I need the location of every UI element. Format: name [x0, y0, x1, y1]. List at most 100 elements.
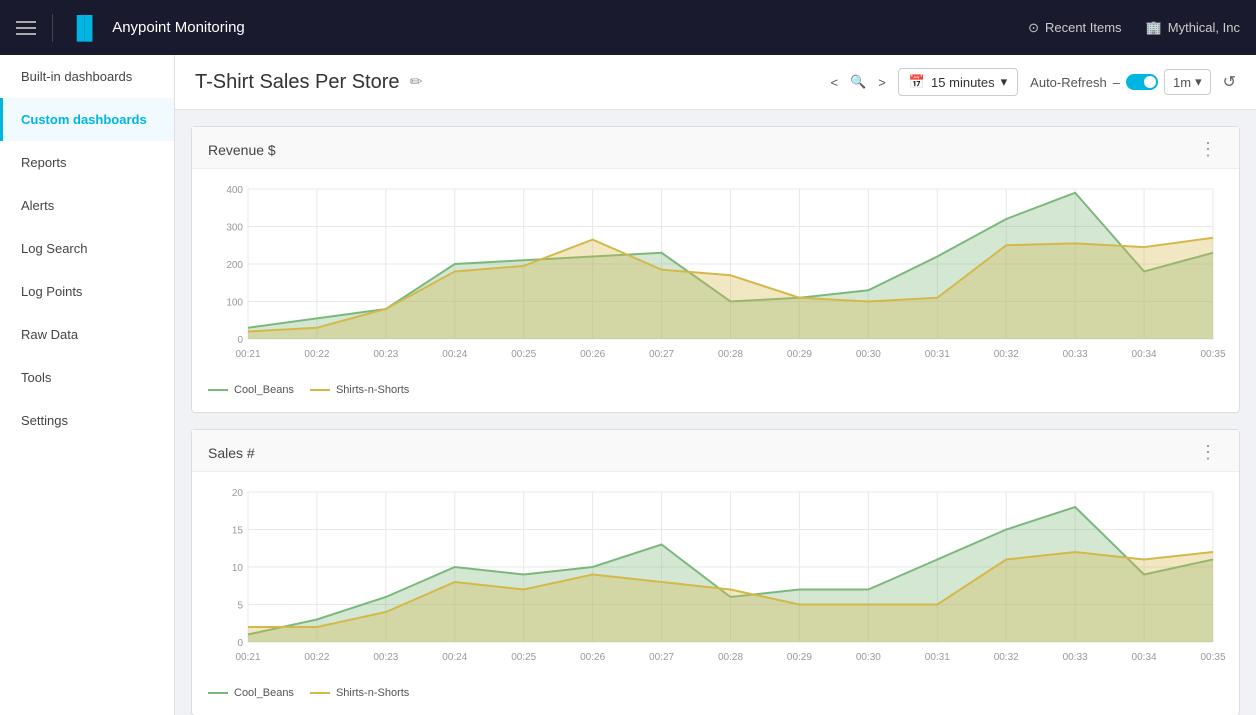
svg-text:200: 200: [226, 260, 243, 271]
svg-text:00:31: 00:31: [925, 652, 950, 663]
charts-area: Revenue $ ⋮ 400300200100000:2100:2200:23…: [175, 110, 1256, 715]
svg-text:00:34: 00:34: [1132, 349, 1157, 360]
logo-icon: ▐▌: [69, 15, 100, 41]
layout: Built-in dashboards Custom dashboards Re…: [0, 55, 1256, 715]
legend-cool-beans-line: [208, 389, 228, 391]
sidebar-item-log-search[interactable]: Log Search: [0, 227, 174, 270]
interval-chevron-down-icon: ▾: [1195, 74, 1202, 90]
svg-text:00:21: 00:21: [235, 349, 260, 360]
svg-text:00:27: 00:27: [649, 349, 674, 360]
svg-text:00:23: 00:23: [373, 349, 398, 360]
auto-refresh-label: Auto-Refresh: [1030, 75, 1107, 90]
recent-items-icon: ⊙: [1028, 20, 1039, 36]
legend-cool-beans-label: Cool_Beans: [234, 384, 294, 396]
time-range-label: 15 minutes: [931, 75, 995, 90]
svg-text:00:23: 00:23: [373, 652, 398, 663]
dashboard-title: T-Shirt Sales Per Store: [195, 71, 400, 94]
legend-cool-beans-sales: Cool_Beans: [208, 687, 294, 699]
revenue-chart-svg: 400 300 200 100 0 00:21 00:22 00:23 00:24 00:25 00…: [208, 179, 1223, 369]
svg-text:100: 100: [226, 298, 243, 309]
legend-cool-beans-revenue: Cool_Beans: [208, 384, 294, 396]
svg-text:00:35: 00:35: [1200, 652, 1225, 663]
svg-text:00:29: 00:29: [787, 652, 812, 663]
svg-text:00:22: 00:22: [304, 652, 329, 663]
refresh-interval-selector[interactable]: 1m ▾: [1164, 69, 1211, 95]
sidebar-item-raw-data[interactable]: Raw Data: [0, 313, 174, 356]
svg-text:00:35: 00:35: [1200, 349, 1225, 360]
recent-items-button[interactable]: ⊙ Recent Items: [1028, 20, 1122, 36]
sales-chart-title: Sales #: [208, 445, 255, 461]
org-icon: 🏢: [1146, 20, 1162, 36]
svg-text:00:28: 00:28: [718, 349, 743, 360]
auto-refresh-section: Auto-Refresh – 1m ▾: [1030, 69, 1210, 95]
svg-text:20: 20: [232, 488, 244, 499]
app-title: Anypoint Monitoring: [112, 19, 245, 36]
legend-cool-beans-sales-line: [208, 692, 228, 694]
org-selector[interactable]: 🏢 Mythical, Inc: [1146, 20, 1240, 36]
dashboard-header: T-Shirt Sales Per Store ✏ < 🔍 > 📅 15 min…: [175, 55, 1256, 110]
revenue-chart-body: 400 300 200 100 0 00:21 00:22 00:23 00:24 00:25 00…: [192, 169, 1239, 412]
toggle-knob: [1144, 76, 1156, 88]
svg-text:00:30: 00:30: [856, 652, 881, 663]
svg-text:00:25: 00:25: [511, 349, 536, 360]
auto-refresh-toggle[interactable]: [1126, 74, 1158, 90]
svg-text:00:28: 00:28: [718, 652, 743, 663]
revenue-chart-legend: Cool_Beans Shirts-n-Shorts: [208, 384, 1223, 396]
svg-text:00:26: 00:26: [580, 652, 605, 663]
svg-text:0: 0: [237, 638, 243, 649]
svg-text:300: 300: [226, 223, 243, 234]
time-range-selector[interactable]: 📅 15 minutes ▾: [898, 68, 1018, 96]
topnav: ▐▌ Anypoint Monitoring ⊙ Recent Items 🏢 …: [0, 0, 1256, 55]
sidebar-item-built-in-dashboards[interactable]: Built-in dashboards: [0, 55, 174, 98]
zoom-back-button[interactable]: <: [830, 75, 838, 90]
dashboard-title-section: T-Shirt Sales Per Store ✏: [195, 71, 423, 94]
sales-chart-card: Sales # ⋮ 2015105000:2100:2200:2300:2400…: [191, 429, 1240, 715]
sidebar-item-alerts[interactable]: Alerts: [0, 184, 174, 227]
svg-text:00:29: 00:29: [787, 349, 812, 360]
svg-text:15: 15: [232, 526, 244, 537]
svg-text:00:24: 00:24: [442, 349, 467, 360]
legend-shirts-line: [310, 389, 330, 391]
hamburger-menu[interactable]: [16, 21, 36, 35]
chevron-down-icon: ▾: [1001, 74, 1008, 90]
sidebar-item-log-points[interactable]: Log Points: [0, 270, 174, 313]
sales-chart-body: 2015105000:2100:2200:2300:2400:2500:2600…: [192, 472, 1239, 715]
refresh-interval-label: 1m: [1173, 75, 1191, 90]
revenue-chart-title: Revenue $: [208, 142, 276, 158]
svg-text:00:31: 00:31: [925, 349, 950, 360]
svg-text:00:21: 00:21: [235, 652, 260, 663]
sidebar-item-custom-dashboards[interactable]: Custom dashboards: [0, 98, 174, 141]
main-content: T-Shirt Sales Per Store ✏ < 🔍 > 📅 15 min…: [175, 55, 1256, 715]
svg-text:10: 10: [232, 563, 244, 574]
svg-text:400: 400: [226, 185, 243, 196]
svg-text:00:22: 00:22: [304, 349, 329, 360]
legend-cool-beans-sales-label: Cool_Beans: [234, 687, 294, 699]
svg-text:00:26: 00:26: [580, 349, 605, 360]
legend-shirts-label: Shirts-n-Shorts: [336, 384, 409, 396]
sales-chart-svg: 2015105000:2100:2200:2300:2400:2500:2600…: [208, 482, 1223, 672]
sales-chart-menu[interactable]: ⋮: [1193, 442, 1223, 463]
legend-shirts-revenue: Shirts-n-Shorts: [310, 384, 409, 396]
svg-text:00:32: 00:32: [994, 652, 1019, 663]
svg-text:00:33: 00:33: [1063, 349, 1088, 360]
sidebar-item-reports[interactable]: Reports: [0, 141, 174, 184]
sales-chart-legend: Cool_Beans Shirts-n-Shorts: [208, 687, 1223, 699]
calendar-icon: 📅: [909, 74, 925, 90]
svg-text:00:34: 00:34: [1132, 652, 1157, 663]
revenue-chart-menu[interactable]: ⋮: [1193, 139, 1223, 160]
sidebar-item-tools[interactable]: Tools: [0, 356, 174, 399]
legend-shirts-sales-label: Shirts-n-Shorts: [336, 687, 409, 699]
refresh-button[interactable]: ↺: [1223, 72, 1236, 92]
zoom-icon[interactable]: 🔍: [850, 74, 866, 90]
legend-shirts-sales: Shirts-n-Shorts: [310, 687, 409, 699]
revenue-chart-card: Revenue $ ⋮ 400 300 200 100 0 00:21 00:22 00:23…: [191, 126, 1240, 413]
edit-title-icon[interactable]: ✏: [410, 72, 423, 92]
svg-text:00:24: 00:24: [442, 652, 467, 663]
sidebar-item-settings[interactable]: Settings: [0, 399, 174, 442]
svg-text:00:27: 00:27: [649, 652, 674, 663]
svg-text:00:32: 00:32: [994, 349, 1019, 360]
zoom-forward-button[interactable]: >: [878, 75, 886, 90]
svg-text:0: 0: [237, 335, 243, 346]
svg-text:00:25: 00:25: [511, 652, 536, 663]
svg-text:00:33: 00:33: [1063, 652, 1088, 663]
